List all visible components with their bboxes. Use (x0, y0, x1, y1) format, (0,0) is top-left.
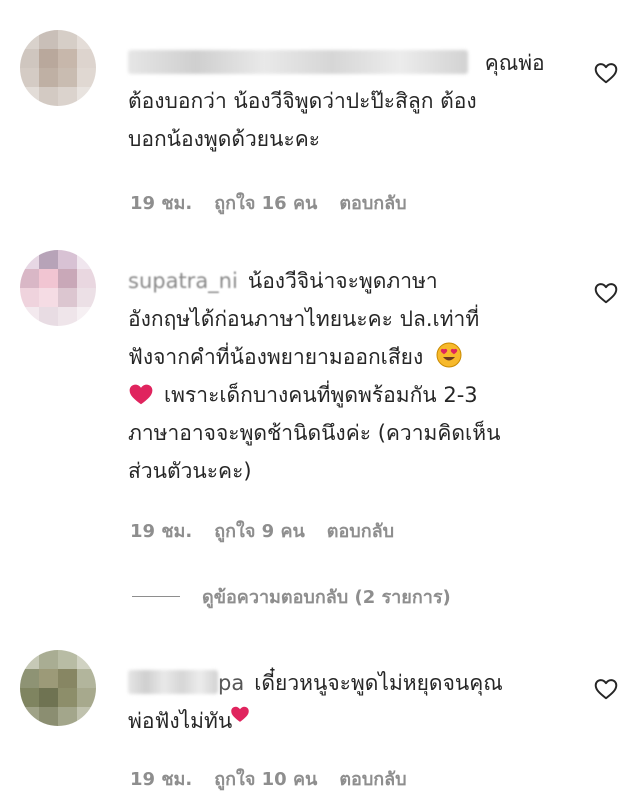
blurred-username[interactable] (128, 50, 468, 74)
reply-button[interactable]: ตอบกลับ (339, 188, 406, 217)
comment-text-line: บอกน้องพูดด้วยนะคะ (128, 127, 321, 151)
comment-meta: 19 ชม. ถูกใจ 10 คน ตอบกลับ (130, 764, 407, 793)
comment-text-line: ต้องบอกว่า น้องวีจิพูดว่าปะป๊ะสิลูก ต้อง (128, 89, 477, 113)
heart-outline-icon[interactable] (592, 60, 620, 86)
like-count[interactable]: ถูกใจ 9 คน (214, 516, 305, 545)
avatar[interactable] (20, 650, 96, 726)
comment-text: pa เดี๋ยวหนูจะพูดไม่หยุดจนคุณ พ่อฟังไม่ทั… (128, 664, 568, 740)
comment-meta: 19 ชม. ถูกใจ 9 คน ตอบกลับ (130, 516, 394, 545)
like-count[interactable]: ถูกใจ 16 คน (214, 188, 317, 217)
comment-text-line: น้องวีจิน่าจะพูดภาษา (247, 269, 438, 293)
comment-text-line: ส่วนตัวนะคะ) (128, 459, 252, 483)
blurred-username[interactable] (128, 670, 218, 694)
comment-username[interactable]: pa (218, 671, 244, 695)
comment-text: supatra_ni น้องวีจิน่าจะพูดภาษา อังกฤษได้… (128, 262, 578, 490)
comment-text-line: เดี๋ยวหนูจะพูดไม่หยุดจนคุณ (254, 671, 503, 695)
avatar[interactable] (20, 30, 96, 106)
comment-username[interactable]: supatra_ni (128, 269, 238, 293)
heart-eyes-emoji-icon (436, 342, 462, 368)
view-replies-label: ดูข้อความตอบกลับ (2 รายการ) (202, 587, 451, 608)
red-heart-icon (129, 384, 153, 405)
comment-text-line: ภาษาอาจจะพูดช้านิดนึงค่ะ (ความคิดเห็น (128, 421, 501, 445)
view-replies-button[interactable]: ดูข้อความตอบกลับ (2 รายการ) (132, 582, 451, 611)
comment-time: 19 ชม. (130, 193, 193, 214)
comment-time: 19 ชม. (130, 521, 193, 542)
like-count[interactable]: ถูกใจ 10 คน (214, 764, 317, 793)
comment-text-line: เพราะเด็กบางคนที่พูดพร้อมกัน 2-3 (164, 383, 478, 407)
comment-time: 19 ชม. (130, 769, 193, 790)
avatar[interactable] (20, 250, 96, 326)
reply-button[interactable]: ตอบกลับ (339, 764, 406, 793)
comment-text-line: ฟังจากคำที่น้องพยายามออกเสียง (128, 345, 424, 369)
red-heart-icon (231, 706, 249, 722)
comment-text-line: คุณพ่อ (484, 51, 545, 75)
comment-text-line: อังกฤษได้ก่อนภาษาไทยนะคะ ปล.เท่าที่ (128, 307, 480, 331)
heart-outline-icon[interactable] (592, 280, 620, 306)
comment-meta: 19 ชม. ถูกใจ 16 คน ตอบกลับ (130, 188, 407, 217)
comment-text: คุณพ่อ ต้องบอกว่า น้องวีจิพูดว่าปะป๊ะสิล… (128, 44, 568, 158)
view-replies-divider (132, 596, 180, 597)
reply-button[interactable]: ตอบกลับ (327, 516, 394, 545)
heart-outline-icon[interactable] (592, 676, 620, 702)
comment-text-line: พ่อฟังไม่ทัน (128, 709, 233, 733)
